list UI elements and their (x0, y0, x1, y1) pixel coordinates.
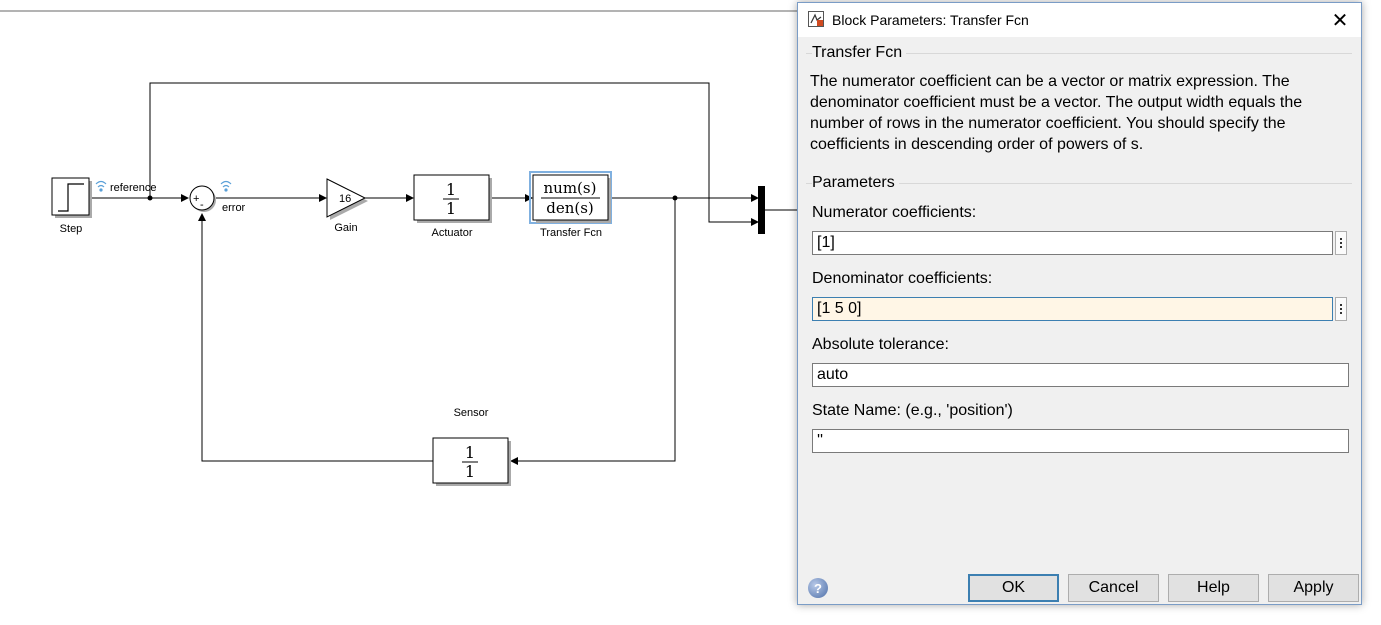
numerator-label: Numerator coefficients: (812, 204, 977, 221)
actuator-block[interactable]: 1 1 (413, 174, 492, 223)
signal-lines (90, 82, 798, 465)
block-description: The numerator coefficient can be a vecto… (810, 73, 1303, 153)
block-type-heading: Transfer Fcn (812, 44, 907, 62)
simulink-block-icon (808, 11, 824, 27)
absolute-tolerance-label: Absolute tolerance: (812, 336, 949, 353)
numerator-more-icon[interactable] (1335, 231, 1347, 255)
gain-value: 16 (339, 193, 351, 205)
ok-button[interactable]: OK (968, 574, 1059, 602)
sensor-to-sum-line[interactable] (198, 213, 433, 462)
actuator-label: Actuator (432, 227, 473, 239)
sensor-label: Sensor (454, 407, 489, 419)
dialog-titlebar[interactable]: Block Parameters: Transfer Fcn ✕ (798, 3, 1361, 37)
mux-block[interactable] (758, 186, 765, 234)
transfer-fcn-block[interactable]: num(s) den(s) (529, 171, 612, 224)
branch-point (147, 195, 153, 201)
gain-block[interactable]: 16 (326, 178, 368, 220)
step-block[interactable] (51, 177, 92, 218)
sensor-numerator: 1 (465, 443, 475, 462)
tf-numerator: num(s) (544, 179, 597, 197)
actuator-denominator: 1 (446, 199, 456, 218)
help-icon[interactable]: ? (808, 578, 828, 598)
transfer-fcn-label: Transfer Fcn (540, 227, 602, 239)
reference-signal-label[interactable]: reference (110, 182, 156, 194)
gain-label: Gain (334, 222, 357, 234)
signal-logging-icon (95, 180, 107, 192)
dialog-title: Block Parameters: Transfer Fcn (832, 12, 1029, 28)
sum-plus-sign: + (193, 193, 199, 205)
apply-button[interactable]: Apply (1268, 574, 1359, 602)
absolute-tolerance-input[interactable]: auto (812, 363, 1349, 387)
denominator-label: Denominator coefficients: (812, 270, 993, 287)
parameters-group: Parameters (806, 174, 1352, 464)
actuator-numerator: 1 (446, 180, 456, 199)
sensor-block[interactable]: 1 1 (432, 437, 511, 486)
step-label: Step (60, 223, 83, 235)
close-icon[interactable]: ✕ (1327, 7, 1353, 33)
sum-minus-sign: - (200, 199, 204, 211)
block-parameters-dialog[interactable]: Block Parameters: Transfer Fcn ✕ Transfe… (797, 2, 1362, 605)
denominator-more-icon[interactable] (1335, 297, 1347, 321)
numerator-input[interactable]: [1] (812, 231, 1333, 255)
sum-block[interactable]: + - (189, 185, 216, 212)
denominator-input[interactable]: [1 5 0] (812, 297, 1333, 321)
help-button[interactable]: Help (1168, 574, 1259, 602)
tf-denominator: den(s) (546, 199, 594, 217)
signal-logging-icon (220, 180, 232, 192)
state-name-label: State Name: (e.g., 'position') (812, 402, 1013, 419)
cancel-button[interactable]: Cancel (1068, 574, 1159, 602)
sensor-denominator: 1 (465, 462, 475, 481)
error-signal-label[interactable]: error (222, 202, 246, 214)
state-name-input[interactable]: '' (812, 429, 1349, 453)
branch-point (672, 195, 678, 201)
parameters-heading: Parameters (812, 174, 899, 192)
